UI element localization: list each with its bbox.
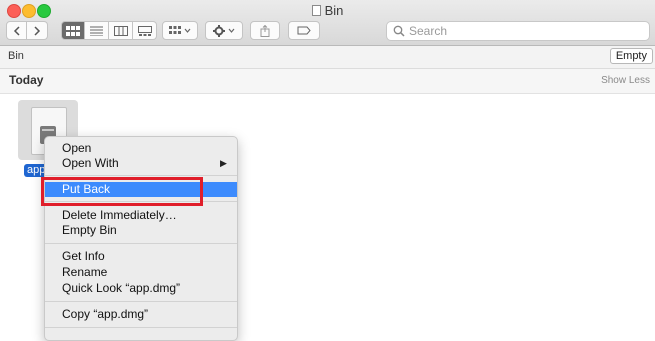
group-by-button[interactable] (162, 21, 198, 40)
chevron-down-icon (228, 28, 235, 33)
empty-bin-button[interactable]: Empty (609, 48, 653, 64)
menu-item-open[interactable]: Open (45, 141, 237, 156)
menu-separator (45, 301, 237, 302)
annotation-highlight-box (41, 177, 203, 206)
path-bar: Bin Empty (0, 46, 655, 69)
group-grid-icon (169, 26, 181, 34)
back-button[interactable] (6, 21, 27, 40)
share-icon (260, 24, 270, 37)
menu-item-get-info[interactable]: Get Info (45, 249, 237, 264)
menu-separator (45, 243, 237, 244)
edit-tags-button[interactable] (288, 21, 320, 40)
gear-icon (213, 24, 225, 37)
menu-separator (45, 175, 237, 176)
submenu-arrow-icon: ▶ (220, 158, 227, 168)
action-button[interactable] (205, 21, 243, 40)
menu-item-delete-immediately[interactable]: Delete Immediately… (45, 208, 237, 223)
show-less-link[interactable]: Show Less (601, 75, 650, 86)
window-title: Bin (0, 3, 655, 18)
section-header: Today Show Less (0, 69, 655, 94)
menu-item-copy[interactable]: Copy “app.dmg” (45, 307, 237, 322)
search-field[interactable] (386, 21, 650, 41)
search-icon (393, 25, 405, 37)
view-mode-buttons (61, 21, 157, 40)
forward-button[interactable] (27, 21, 48, 40)
gallery-view-button[interactable] (133, 21, 157, 40)
navigation-buttons (6, 21, 48, 40)
chevron-left-icon (13, 25, 20, 36)
column-view-icon (113, 25, 128, 36)
menu-item-quick-look[interactable]: Quick Look “app.dmg” (45, 281, 237, 296)
chevron-right-icon (34, 25, 41, 36)
menu-item-rename[interactable]: Rename (45, 265, 237, 280)
section-title: Today (9, 73, 44, 87)
icon-view-icon (66, 25, 80, 36)
column-view-button[interactable] (109, 21, 133, 40)
menu-separator (45, 327, 237, 328)
list-view-button[interactable] (85, 21, 109, 40)
chevron-down-icon (184, 28, 191, 33)
current-folder-label: Bin (8, 50, 24, 62)
icon-view-button[interactable] (61, 21, 85, 40)
bin-icon (311, 5, 321, 16)
search-input[interactable] (409, 24, 639, 38)
tag-icon (297, 26, 311, 35)
gallery-view-icon (137, 25, 152, 36)
menu-item-empty-bin[interactable]: Empty Bin (45, 223, 237, 238)
list-view-icon (90, 26, 103, 36)
menu-item-open-with[interactable]: Open With ▶ (45, 156, 237, 171)
share-button[interactable] (250, 21, 280, 40)
window-toolbar: Bin (0, 0, 655, 46)
context-menu: Open Open With ▶ Put Back Delete Immedia… (44, 136, 238, 341)
